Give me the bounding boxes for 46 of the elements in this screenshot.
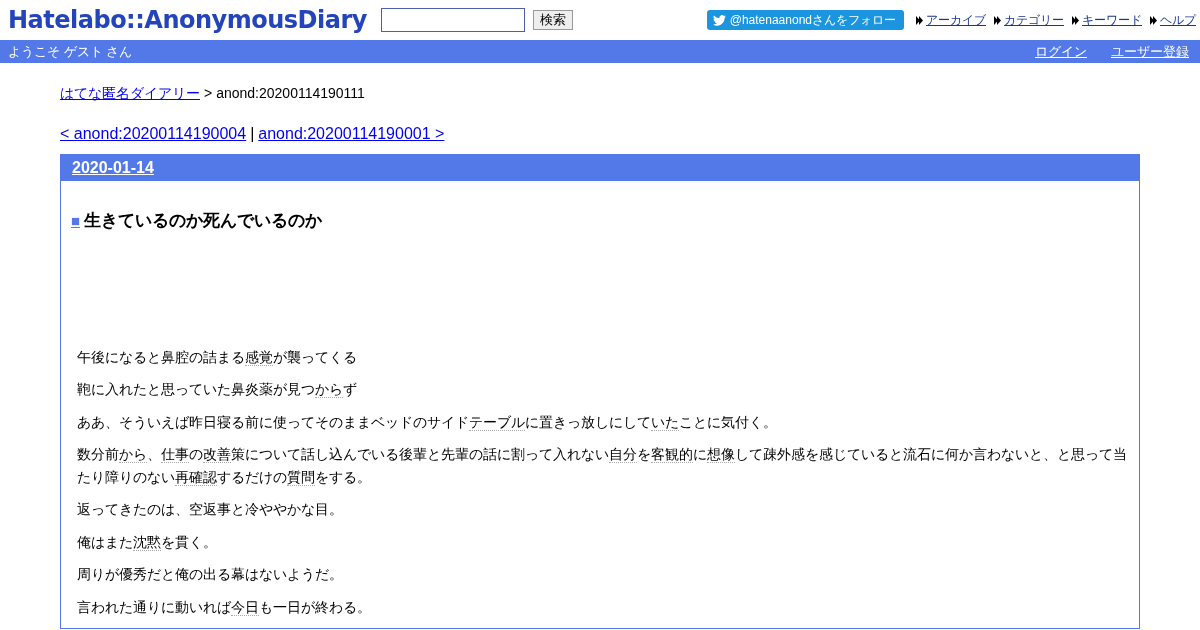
paragraph: 周りが優秀だと俺の出る幕はないようだ。 <box>77 565 344 584</box>
search-field[interactable] <box>380 8 525 32</box>
paragraph: 午後になると鼻腔の詰まる 感覚が襲ってくる <box>77 347 358 368</box>
nav-link[interactable]: キーワード <box>1082 11 1142 29</box>
breadcrumb-current: anond:20200114190111 <box>216 84 365 103</box>
paragraph: ああ、そういえば昨日寝る前に使ってそのままベッドのサイド テーブルに置きっ放しにして いた ことに気付く。 <box>77 412 778 433</box>
keyword-link[interactable]: いた <box>651 413 679 431</box>
paragraph: 数分前から、仕事の改善策について話し込んでいる後輩と先輩の話に割って入れない 自分を客観的に想像 して疎外感を感じていると流石に何か言わないと、と思って当たり障りのない再確認するだけの質問をする。 <box>77 445 1128 488</box>
previous-entry-link[interactable]: < anond:20200114190004 <box>60 122 247 146</box>
breadcrumb-separator: > <box>204 84 213 103</box>
user-link[interactable]: ユーザー登録 <box>1111 41 1189 62</box>
breadcrumb-link[interactable]: はてな匿名ダイアリー <box>60 83 200 104</box>
entry-permalink[interactable]: ■ <box>71 209 81 232</box>
nav-link[interactable]: ヘルプ <box>1160 11 1196 29</box>
keyword-link[interactable]: テーブル <box>469 413 525 431</box>
nav-link[interactable]: アーカイブ <box>926 11 986 29</box>
site-logo[interactable]: Hatelabo::AnonymousDiary <box>8 2 367 38</box>
paragraph: 俺はまた沈黙を貫く。 <box>77 532 218 553</box>
next-entry-link[interactable]: anond:20200114190001 > <box>258 122 445 146</box>
keyword-link[interactable]: 想像 <box>707 446 735 463</box>
user-link[interactable]: ログイン <box>1035 41 1087 62</box>
pager-separator: | <box>250 124 255 144</box>
double-chevron-icon <box>994 15 1001 25</box>
keyword-link[interactable]: 自分 <box>609 446 637 463</box>
paragraph: 言われた通りに動いれば今日 も一日が終わる。 <box>77 597 372 618</box>
paragraph: 返ってきたのは、空返事と冷ややかな目。 <box>77 500 344 519</box>
double-chevron-icon <box>1072 15 1079 25</box>
date-link[interactable]: 2020-01-14 <box>72 156 154 180</box>
keyword-link[interactable]: 質問 <box>287 468 315 486</box>
bird-icon <box>712 14 726 26</box>
paragraph: 鞄に入れたと思っていた鼻炎薬が見つからず <box>77 380 358 400</box>
keyword-link[interactable]: 沈黙 <box>133 533 161 551</box>
keyword-link[interactable]: 改善 <box>203 446 231 463</box>
keyword-link[interactable]: 再確認 <box>175 468 217 486</box>
greeting-text: ようこそ ゲスト さん <box>8 42 133 61</box>
keyword-link[interactable]: 今日 <box>231 598 259 616</box>
search-button[interactable]: 検索 <box>532 10 573 30</box>
keyword-link[interactable]: 客観的 <box>651 446 693 463</box>
nav-link[interactable]: カテゴリー <box>1004 11 1064 29</box>
keyword-link[interactable]: 感覚 <box>245 348 273 366</box>
keyword-link[interactable]: から <box>315 381 343 398</box>
keyword-link[interactable]: から <box>119 446 147 463</box>
double-chevron-icon <box>916 15 923 25</box>
keyword-link[interactable]: 仕事 <box>161 446 189 463</box>
entry-title: 生きているのか死んでいるのか <box>84 210 323 232</box>
double-chevron-icon <box>1150 15 1157 25</box>
